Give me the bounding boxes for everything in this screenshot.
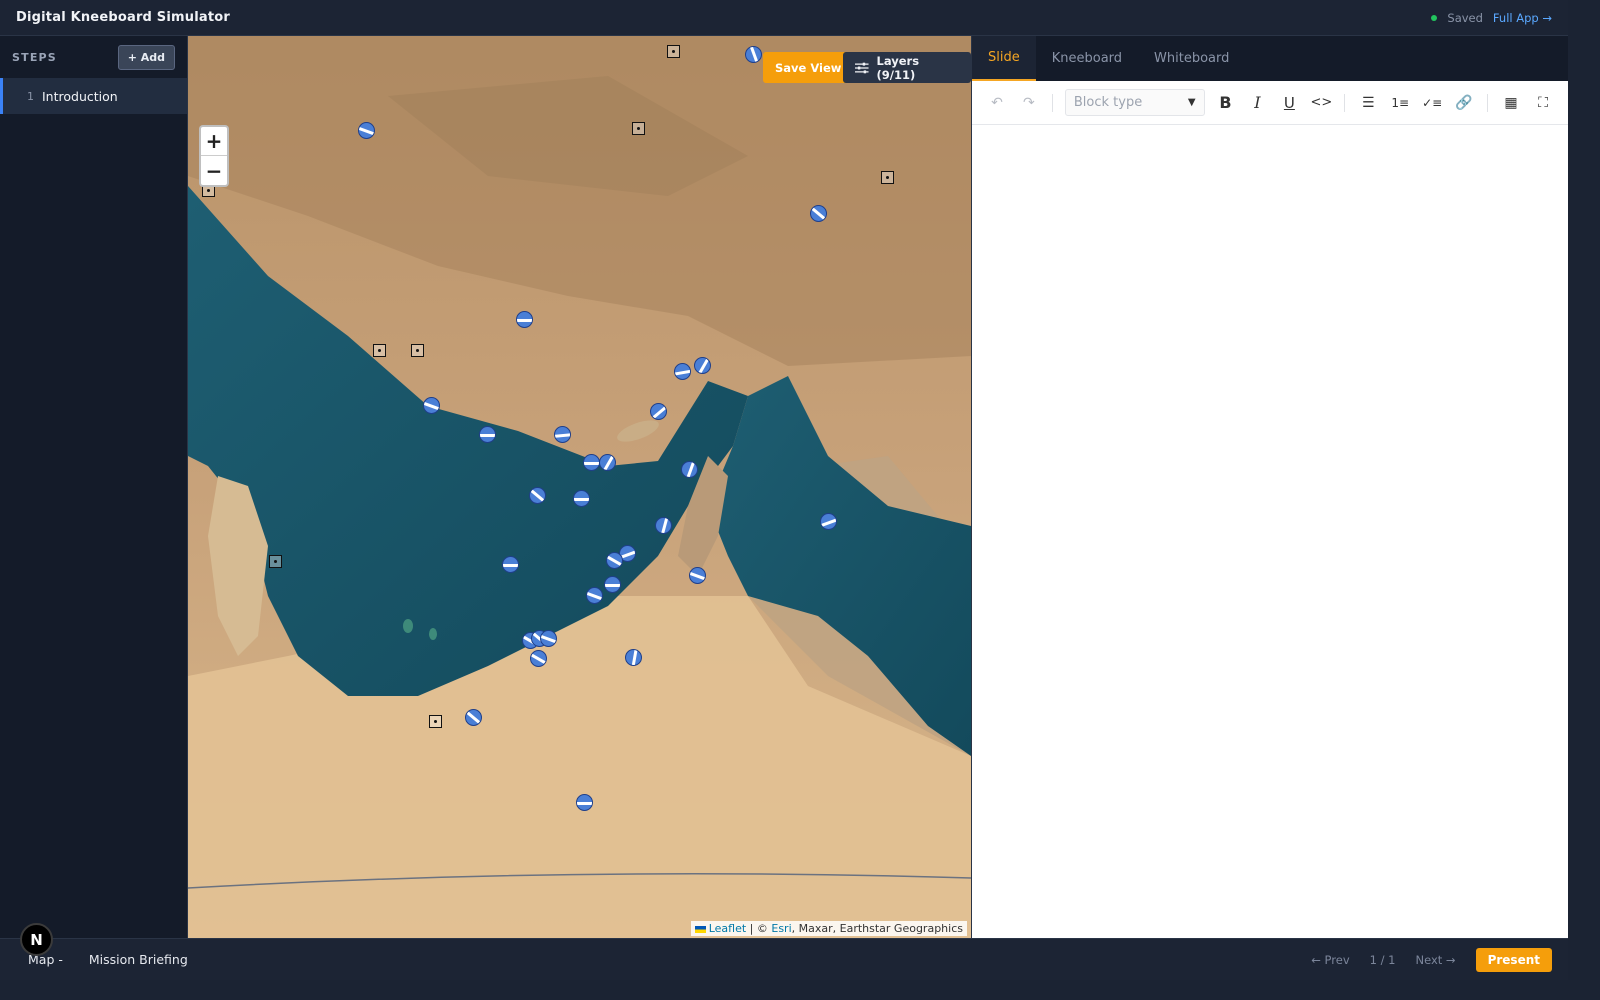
tab-slide[interactable]: Slide xyxy=(972,36,1036,81)
airbase-marker[interactable] xyxy=(576,794,593,811)
airbase-marker[interactable] xyxy=(465,709,482,726)
editor-toolbar: ↶ ↷ Block type ▼ B I U <> ☰ 1≡ ✓≡ 🔗 ▦ ⛶ xyxy=(972,81,1568,125)
site-marker[interactable] xyxy=(667,45,680,58)
app-title: Digital Kneeboard Simulator xyxy=(16,10,230,25)
leaflet-link[interactable]: Leaflet xyxy=(709,922,746,935)
italic-icon[interactable]: I xyxy=(1247,92,1269,114)
save-view-button[interactable]: Save View xyxy=(763,52,854,83)
airbase-marker[interactable] xyxy=(674,363,691,380)
redo-icon[interactable]: ↷ xyxy=(1018,92,1040,114)
zoom-control: + − xyxy=(199,125,229,187)
footer-navigation: ← Prev 1 / 1 Next → Present xyxy=(1311,947,1552,972)
airbase-marker[interactable] xyxy=(599,454,616,471)
steps-sidebar: STEPS + Add 1 Introduction xyxy=(0,36,188,938)
link-icon[interactable]: 🔗 xyxy=(1453,92,1475,114)
step-item-introduction[interactable]: 1 Introduction xyxy=(0,78,187,114)
site-marker[interactable] xyxy=(411,344,424,357)
steps-header: STEPS + Add xyxy=(0,36,187,78)
mission-briefing-label: Mission Briefing xyxy=(88,952,188,967)
topbar-status: Saved Full App → xyxy=(1431,11,1552,25)
step-label: Introduction xyxy=(42,88,118,104)
add-step-button[interactable]: + Add xyxy=(117,44,175,70)
block-type-placeholder: Block type xyxy=(1073,95,1143,110)
numbered-list-icon[interactable]: 1≡ xyxy=(1389,92,1411,114)
next-button[interactable]: Next → xyxy=(1415,953,1455,967)
airbase-marker[interactable] xyxy=(604,576,621,593)
airbase-marker[interactable] xyxy=(745,46,762,63)
toolbar-divider xyxy=(1051,93,1053,112)
saved-status-icon xyxy=(1431,14,1438,21)
chevron-down-icon: ▼ xyxy=(1187,97,1196,108)
map-attribution: Leaflet | © Esri, Maxar, Earthstar Geogr… xyxy=(690,921,967,936)
layers-label: Layers (9/11) xyxy=(876,53,920,82)
present-button[interactable]: Present xyxy=(1475,947,1552,972)
fullscreen-icon[interactable]: ⛶ xyxy=(1532,92,1554,114)
n-logo-icon[interactable]: N xyxy=(20,923,53,956)
airbase-marker[interactable] xyxy=(583,454,600,471)
airbase-marker[interactable] xyxy=(694,357,711,374)
airbase-marker[interactable] xyxy=(586,587,603,604)
bullet-list-icon[interactable]: ☰ xyxy=(1357,92,1379,114)
zoom-in-button[interactable]: + xyxy=(201,127,227,156)
toolbar-divider xyxy=(1344,93,1346,112)
airbase-marker[interactable] xyxy=(540,630,557,647)
top-bar: Digital Kneeboard Simulator Saved Full A… xyxy=(0,0,1568,36)
footer-bar: N Map - Mission Briefing ← Prev 1 / 1 Ne… xyxy=(0,923,1568,980)
airbase-marker[interactable] xyxy=(573,490,590,507)
attribution-sep: | © xyxy=(746,922,772,935)
airbase-marker[interactable] xyxy=(530,650,547,667)
prev-button[interactable]: ← Prev xyxy=(1311,953,1349,967)
editor-content-area[interactable] xyxy=(972,125,1568,937)
zoom-out-button[interactable]: − xyxy=(201,156,227,185)
tab-kneeboard[interactable]: Kneeboard xyxy=(1036,36,1138,81)
ukraine-flag-icon xyxy=(694,925,706,933)
airbase-marker[interactable] xyxy=(516,311,533,328)
saved-status-text: Saved xyxy=(1447,10,1483,25)
airbase-marker[interactable] xyxy=(479,426,496,443)
site-marker[interactable] xyxy=(373,344,386,357)
site-marker[interactable] xyxy=(269,555,282,568)
code-icon[interactable]: <> xyxy=(1310,92,1332,114)
step-number: 1 xyxy=(27,89,34,103)
airbase-marker[interactable] xyxy=(358,122,375,139)
full-app-link[interactable]: Full App → xyxy=(1493,11,1552,25)
underline-icon[interactable]: U xyxy=(1278,92,1300,114)
esri-link[interactable]: Esri xyxy=(771,922,791,935)
toolbar-divider xyxy=(1487,93,1489,112)
airbase-marker[interactable] xyxy=(689,567,706,584)
airbase-marker[interactable] xyxy=(625,649,642,666)
airbase-marker[interactable] xyxy=(502,556,519,573)
airbase-marker[interactable] xyxy=(655,517,672,534)
site-marker[interactable] xyxy=(632,122,645,135)
attribution-rest: , Maxar, Earthstar Geographics xyxy=(791,922,963,935)
tab-whiteboard[interactable]: Whiteboard xyxy=(1138,36,1245,81)
site-marker[interactable] xyxy=(881,171,894,184)
airbase-marker[interactable] xyxy=(650,403,667,420)
airbase-marker[interactable] xyxy=(554,426,571,443)
airbase-marker[interactable] xyxy=(810,205,827,222)
airbase-marker[interactable] xyxy=(529,487,546,504)
page-indicator: 1 / 1 xyxy=(1369,952,1396,967)
map-view[interactable]: + − Save View Layers (9/11) Leaflet | © … xyxy=(188,36,971,938)
checklist-icon[interactable]: ✓≡ xyxy=(1421,92,1443,114)
block-type-select[interactable]: Block type ▼ xyxy=(1064,89,1205,116)
steps-title: STEPS xyxy=(12,50,57,64)
table-icon[interactable]: ▦ xyxy=(1500,92,1522,114)
airbase-marker[interactable] xyxy=(820,513,837,530)
airbase-marker[interactable] xyxy=(606,552,623,569)
layers-button[interactable]: Layers (9/11) xyxy=(843,52,971,83)
undo-icon[interactable]: ↶ xyxy=(986,92,1008,114)
editor-tabs: Slide Kneeboard Whiteboard xyxy=(972,36,1568,81)
site-marker[interactable] xyxy=(429,715,442,728)
sliders-icon xyxy=(855,62,869,73)
bold-icon[interactable]: B xyxy=(1215,92,1237,114)
airbase-marker[interactable] xyxy=(681,461,698,478)
airbase-marker[interactable] xyxy=(423,397,440,414)
editor-panel: Slide Kneeboard Whiteboard ↶ ↷ Block typ… xyxy=(971,36,1568,938)
